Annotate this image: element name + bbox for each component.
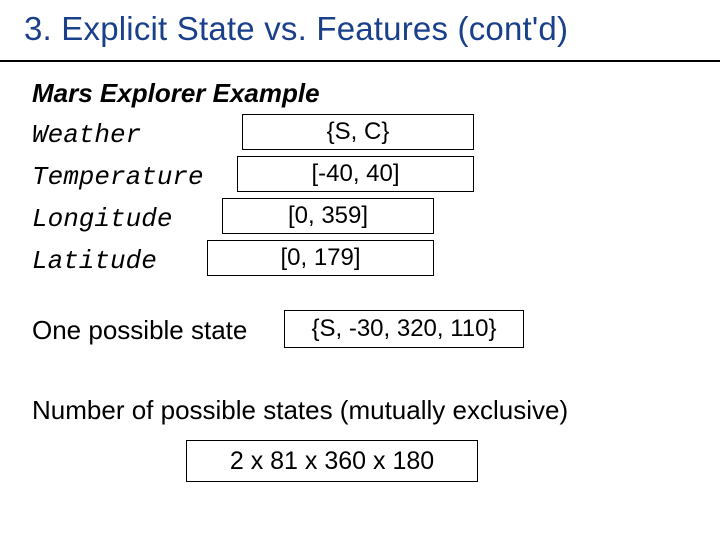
feature-row-weather: Weather {S, C} (32, 112, 204, 154)
feature-domain-box: {S, C} (242, 114, 474, 150)
slide-title: 3. Explicit State vs. Features (cont'd) (24, 10, 708, 48)
one-possible-state-label: One possible state (32, 315, 247, 346)
feature-domain-box: [0, 179] (207, 240, 434, 276)
feature-row-temperature: Temperature [-40, 40] (32, 154, 204, 196)
feature-row-longitude: Longitude [0, 359] (32, 196, 204, 238)
title-divider (0, 60, 720, 62)
feature-label: Latitude (32, 246, 157, 276)
feature-label: Weather (32, 120, 141, 150)
feature-row-latitude: Latitude [0, 179] (32, 238, 204, 280)
num-states-label: Number of possible states (mutually excl… (32, 395, 568, 426)
one-possible-state-value: {S, -30, 320, 110} (284, 310, 524, 348)
example-subtitle: Mars Explorer Example (32, 78, 320, 109)
num-states-calc: 2 x 81 x 360 x 180 (186, 440, 478, 482)
feature-label: Temperature (32, 162, 204, 192)
feature-domain-box: [-40, 40] (237, 156, 474, 192)
feature-label: Longitude (32, 204, 172, 234)
feature-list: Weather {S, C} Temperature [-40, 40] Lon… (32, 112, 204, 280)
slide: 3. Explicit State vs. Features (cont'd) … (0, 0, 720, 540)
feature-domain-box: [0, 359] (222, 198, 434, 234)
